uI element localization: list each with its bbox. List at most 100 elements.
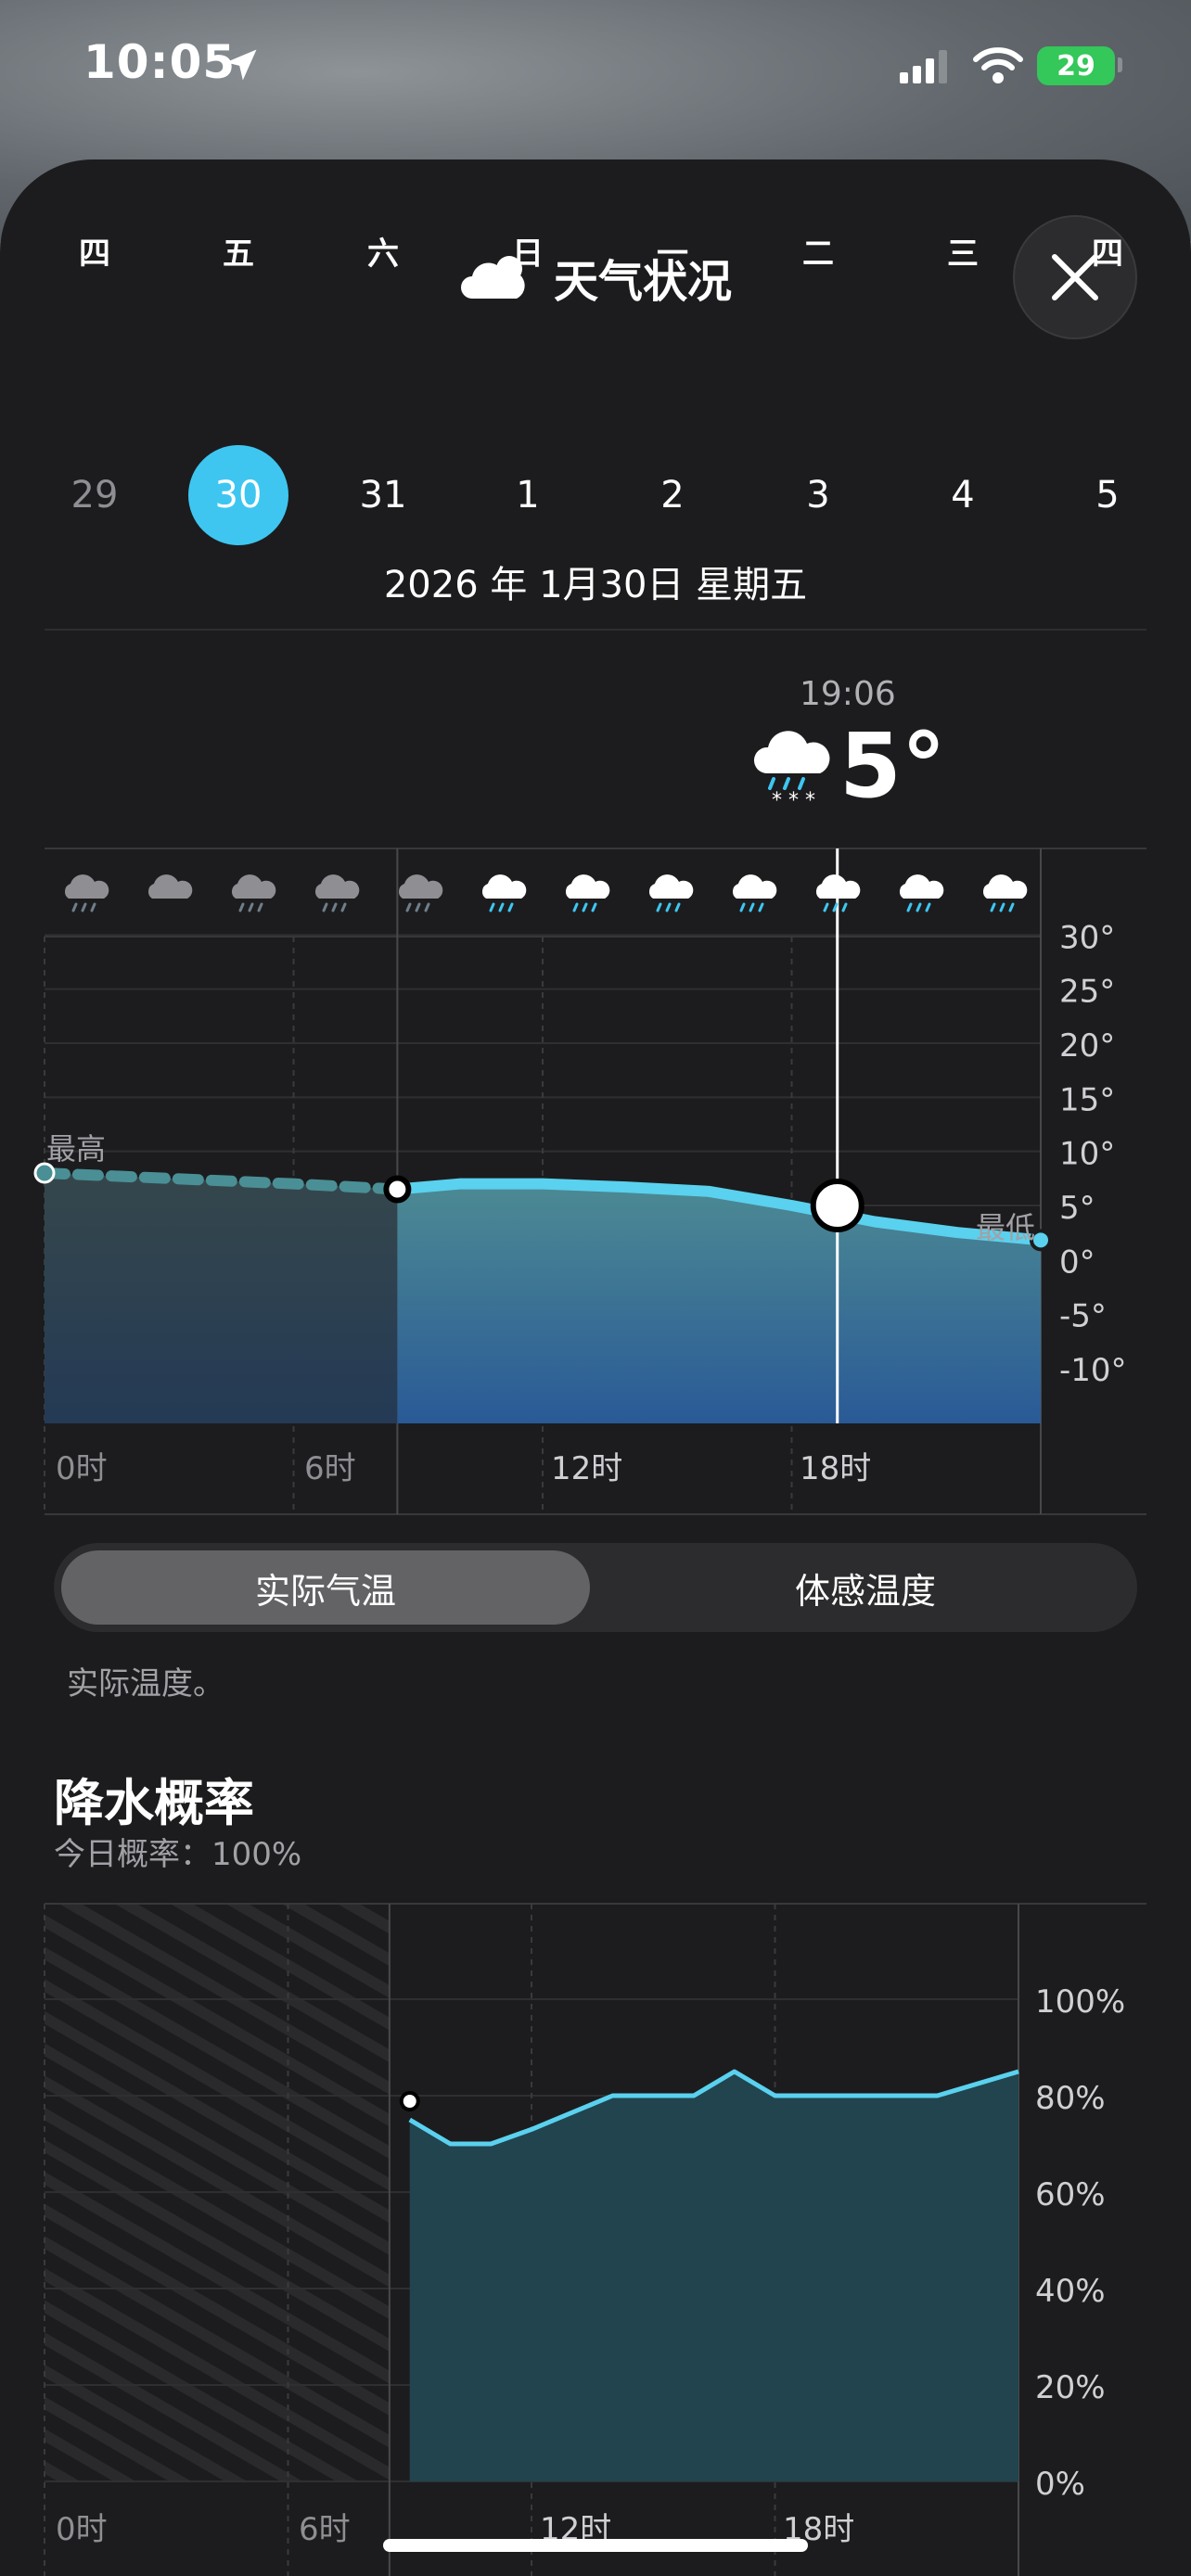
- day-button[interactable]: 4: [907, 458, 1018, 532]
- hourly-weather-icon: [64, 874, 109, 912]
- hourly-weather-icon: [982, 874, 1028, 912]
- day-button[interactable]: 3: [762, 458, 874, 532]
- y-tick-label: 40%: [1035, 2273, 1106, 2310]
- cloud-shape: [899, 874, 944, 899]
- home-indicator: [383, 2539, 808, 2552]
- temperature-mode-toggle: 实际气温 体感温度: [54, 1543, 1137, 1632]
- y-tick-label: 100%: [1035, 1983, 1125, 2021]
- hourly-weather-icon: [398, 874, 443, 912]
- day-button-selected[interactable]: 30: [183, 458, 294, 532]
- day-button[interactable]: 31: [327, 458, 439, 532]
- weekday-label: 一: [657, 236, 688, 273]
- cloud-shape: [732, 874, 777, 899]
- high-label: 最高: [46, 1131, 106, 1167]
- day-row: 29 30 31 1 2 3 4 5: [0, 458, 1191, 560]
- rain-drops: [405, 902, 430, 912]
- low-label: 最低: [976, 1210, 1035, 1245]
- chart-description: 实际温度。: [67, 1665, 224, 1702]
- x-tick-label: 0时: [56, 2511, 108, 2548]
- x-tick-label: 6时: [299, 2511, 351, 2548]
- actual-temperature-tab[interactable]: 实际气温: [61, 1550, 590, 1625]
- current-temperature: 5°: [839, 714, 946, 818]
- hourly-weather-icon: [231, 874, 276, 912]
- day-button[interactable]: 5: [1052, 458, 1163, 532]
- y-tick-label: 0°: [1059, 1243, 1095, 1281]
- y-tick-label: 25°: [1059, 974, 1115, 1011]
- cloud-shape: [398, 874, 443, 899]
- precipitation-area: [409, 2072, 1018, 2481]
- weekday-label: 二: [802, 236, 834, 273]
- hourly-weather-icon: [314, 874, 360, 912]
- rain-drops: [238, 902, 263, 912]
- battery-level: 29: [1057, 49, 1095, 83]
- cloud-shape: [314, 874, 360, 899]
- weekday-label: 四: [1092, 236, 1123, 273]
- location-arrow-icon: [225, 49, 257, 81]
- y-tick-label: 30°: [1059, 919, 1115, 956]
- rain-snow-icon: * * *: [753, 731, 830, 810]
- cloud-shape: [231, 874, 276, 899]
- current-point-marker: [810, 1179, 864, 1232]
- cloud-shape: [815, 874, 861, 899]
- cloud-shape: [64, 874, 109, 899]
- weekday-row: 四 五 六 日 一 二 三 四: [0, 228, 1191, 274]
- hourly-weather-icon: [147, 874, 193, 899]
- current-time: 19:06: [800, 675, 896, 713]
- rain-drops: [990, 902, 1015, 912]
- day-button[interactable]: 29: [39, 458, 150, 532]
- feels-like-tab[interactable]: 体感温度: [601, 1550, 1130, 1625]
- x-tick-label: 12时: [551, 1450, 622, 1487]
- cloud-shape: [481, 874, 527, 899]
- high-marker: [33, 1162, 56, 1184]
- y-tick-label: 60%: [1035, 2176, 1106, 2213]
- y-tick-label: -10°: [1059, 1352, 1127, 1389]
- past-temperature-area: [45, 1173, 398, 1423]
- wifi-icon: [973, 47, 1023, 83]
- precipitation-subtitle: 今日概率：100%: [54, 1836, 302, 1873]
- weekday-label: 四: [79, 236, 110, 273]
- now-marker: [383, 1175, 412, 1204]
- y-tick-label: 0%: [1035, 2466, 1085, 2503]
- cloud-shape: [648, 874, 694, 899]
- full-date-label: 2026 年 1月30日 星期五: [383, 564, 808, 606]
- temperature-chart[interactable]: 30° 25° 20° 15° 10° 5° 0° -5° -10° 最高最低 0时 6时 12时 18时: [0, 839, 1191, 1525]
- y-tick-label: -5°: [1059, 1298, 1107, 1335]
- rain-drops: [656, 902, 681, 912]
- precipitation-chart[interactable]: 100%80%60%40%20%0%0时 6时 12时 18时: [0, 1892, 1191, 2576]
- y-tick-label: 5°: [1059, 1190, 1095, 1227]
- rain-drops: [823, 902, 848, 912]
- y-tick-label: 20°: [1059, 1027, 1115, 1065]
- x-tick-label: 6时: [304, 1450, 356, 1487]
- hourly-weather-icon: [648, 874, 694, 912]
- rain-drops: [739, 902, 764, 912]
- y-tick-label: 10°: [1059, 1136, 1115, 1173]
- day-button[interactable]: 2: [617, 458, 728, 532]
- rain-drops: [71, 902, 96, 912]
- weekday-label: 日: [512, 236, 544, 273]
- hourly-weather-icon: [732, 874, 777, 912]
- rain-drops: [572, 902, 597, 912]
- day-button[interactable]: 1: [472, 458, 583, 532]
- rain-drops: [906, 902, 931, 912]
- x-tick-label: 18时: [800, 1450, 871, 1487]
- weekday-label: 六: [367, 236, 399, 273]
- hourly-weather-icon: [899, 874, 944, 912]
- battery-indicator: 29: [1037, 46, 1115, 85]
- cloud-shape: [147, 874, 193, 899]
- rain-drops: [322, 902, 347, 912]
- y-tick-label: 15°: [1059, 1081, 1115, 1118]
- precipitation-title: 降水概率: [54, 1774, 254, 1832]
- rain-drops: [489, 902, 514, 912]
- forecast-temperature-area: [397, 1183, 1041, 1423]
- battery-tip: [1118, 57, 1122, 72]
- weekday-label: 三: [947, 236, 979, 273]
- hourly-weather-icon: [565, 874, 610, 912]
- cloud-shape: [982, 874, 1028, 899]
- svg-text:* * *: * * *: [772, 789, 815, 810]
- status-bar: 10:05 29: [0, 0, 1191, 139]
- x-tick-label: 0时: [56, 1450, 108, 1487]
- weekday-label: 五: [223, 236, 254, 273]
- cloud-shape: [565, 874, 610, 899]
- cellular-signal-icon: [900, 50, 947, 83]
- y-tick-label: 20%: [1035, 2369, 1106, 2406]
